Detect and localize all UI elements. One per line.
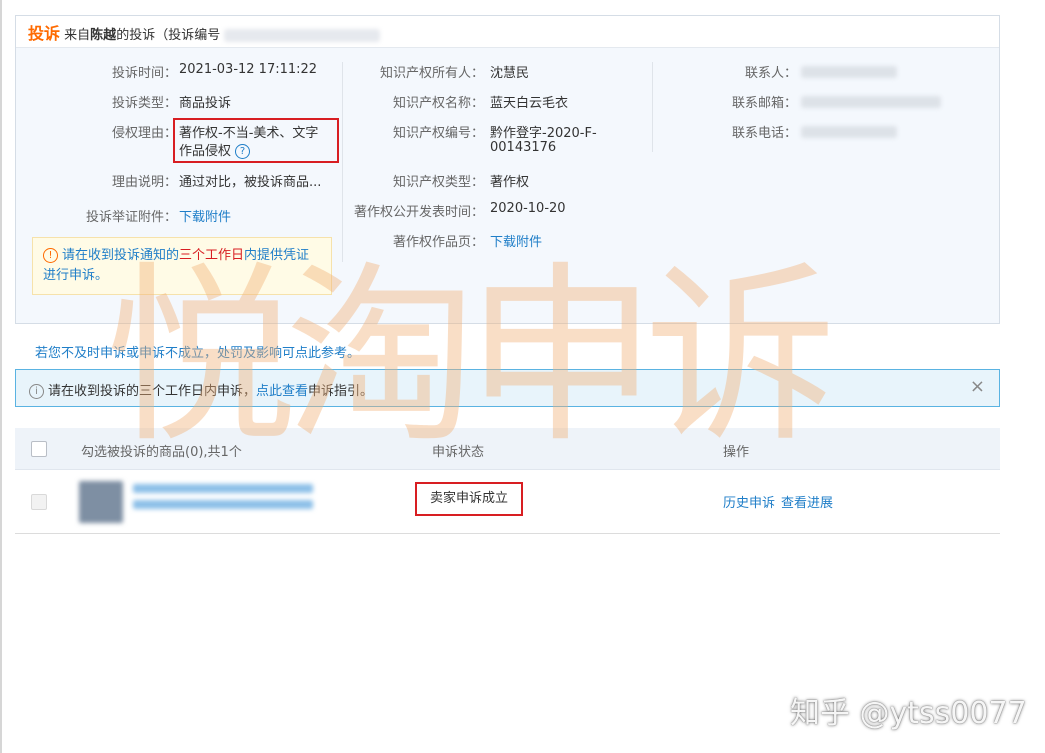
watermark-zhihu: 知乎 @ytss0077	[790, 696, 1027, 731]
reason-explain-value: 通过对比，被投诉商品...	[179, 175, 322, 190]
warning-icon: !	[43, 248, 58, 263]
info-icon: i	[29, 384, 44, 399]
warning-text-highlight: 三个工作日	[179, 248, 245, 263]
panel-header: 投诉 来自陈越的投诉（投诉编号	[16, 16, 999, 48]
complainant-name: 陈越	[90, 28, 117, 43]
evidence-label: 投诉举证附件：	[85, 210, 177, 225]
help-icon[interactable]: ?	[235, 144, 251, 159]
info-text-before: 请在收到投诉的三个工作日内申诉，	[48, 384, 257, 399]
appeal-status-badge: 卖家申诉成立	[415, 482, 523, 516]
ip-number-line2: 00143176	[490, 140, 557, 155]
column-divider-1	[342, 62, 343, 262]
contact-person-label: 联系人：	[744, 66, 797, 81]
infringement-reason-line1: 著作权-不当-美术、文字	[179, 126, 319, 141]
warning-text-before: 请在收到投诉通知的	[62, 248, 180, 263]
complaint-type-label: 投诉类型：	[111, 96, 177, 111]
page-left-border	[0, 0, 2, 753]
evidence-download-link[interactable]: 下载附件	[179, 206, 231, 225]
ip-type-label: 知识产权类型：	[392, 175, 484, 190]
product-thumbnail	[79, 481, 123, 523]
complaint-type-value: 商品投诉	[179, 96, 232, 111]
ip-name-label: 知识产权名称：	[392, 96, 484, 111]
col-action-header: 操作	[723, 445, 750, 460]
col-status-header: 申诉状态	[432, 445, 485, 460]
row-checkbox[interactable]	[31, 494, 47, 510]
complaint-panel: 投诉 来自陈越的投诉（投诉编号 投诉时间： 2021-03-12 17:11:2…	[15, 15, 1000, 324]
complaint-number-redacted	[224, 29, 381, 42]
ip-number-label: 知识产权编号：	[392, 126, 484, 141]
view-progress-link[interactable]: 查看进展	[781, 492, 833, 511]
complaint-number-label: 的投诉（投诉编号	[116, 28, 221, 43]
close-icon[interactable]: ×	[970, 378, 985, 396]
appeal-deadline-warning: ! 请在收到投诉通知的三个工作日内提供凭证进行申诉。	[32, 237, 332, 295]
ip-owner-value: 沈慧民	[490, 66, 530, 81]
infringement-reason-line2-text: 作品侵权	[179, 144, 232, 159]
contact-email-label: 联系邮箱：	[731, 96, 797, 111]
table-row: 卖家申诉成立 历史申诉 查看进展	[15, 470, 1000, 534]
contact-email-redacted	[801, 96, 941, 108]
reason-explain-label: 理由说明：	[111, 175, 177, 190]
ip-number-line1: 黔作登字-2020-F-	[490, 126, 597, 141]
penalty-reference-link[interactable]: 若您不及时申诉或申诉不成立，处罚及影响可点此参考。	[35, 342, 360, 361]
contact-person-redacted	[801, 66, 897, 78]
ip-work-download-link[interactable]: 下载附件	[490, 231, 542, 250]
product-title-redacted-line2[interactable]	[133, 500, 313, 509]
appeal-guide-link[interactable]: 点此查看	[256, 384, 308, 399]
complaint-time-label: 投诉时间：	[111, 66, 177, 81]
appeal-guide-info-bar: i 请在收到投诉的三个工作日内申诉，点此查看申诉指引。 ×	[15, 369, 1000, 407]
infringement-reason-label: 侵权理由：	[111, 126, 177, 141]
infringement-reason-line2: 作品侵权?	[179, 140, 251, 159]
ip-owner-label: 知识产权所有人：	[379, 66, 484, 81]
ip-publish-date-label: 著作权公开发表时间：	[353, 205, 484, 220]
complaint-time-value: 2021-03-12 17:11:22	[179, 62, 318, 77]
ip-name-value: 蓝天白云毛衣	[490, 96, 569, 111]
select-all-checkbox[interactable]	[31, 441, 47, 457]
col-select-header: 勾选被投诉的商品(0),共1个	[81, 445, 242, 460]
history-appeal-link[interactable]: 历史申诉	[723, 492, 775, 511]
table-header: 勾选被投诉的商品(0),共1个 申诉状态 操作	[15, 428, 1000, 470]
from-text: 来自	[64, 28, 91, 43]
contact-phone-label: 联系电话：	[731, 126, 797, 141]
info-text-after: 申诉指引。	[308, 384, 374, 399]
ip-publish-date-value: 2020-10-20	[490, 201, 566, 216]
product-title-redacted-line1[interactable]	[133, 484, 313, 493]
ip-work-page-label: 著作权作品页：	[392, 235, 484, 250]
ip-type-value: 著作权	[490, 175, 530, 190]
column-divider-2	[652, 62, 653, 152]
contact-phone-redacted	[801, 126, 897, 138]
complaint-title: 投诉	[28, 24, 61, 43]
